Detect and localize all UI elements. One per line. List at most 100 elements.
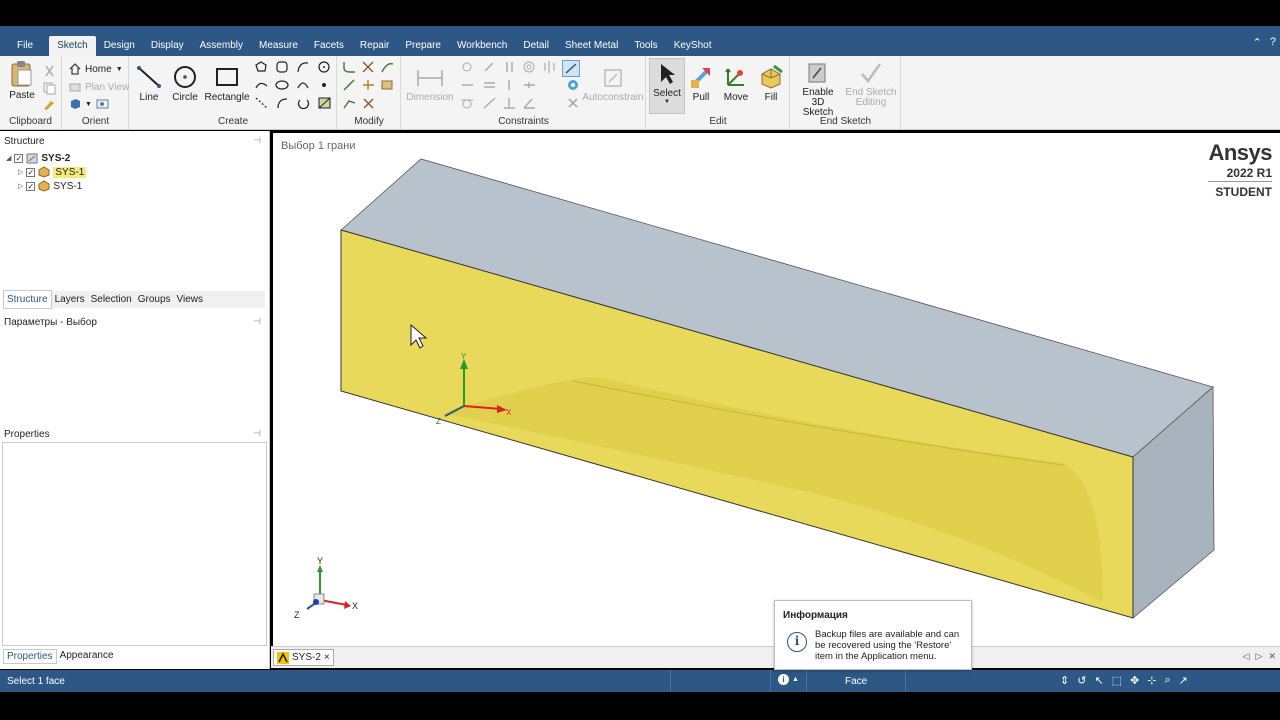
help-icon[interactable]: ? <box>1270 36 1276 49</box>
copy-icon[interactable] <box>42 81 57 95</box>
line-button[interactable]: Line <box>134 64 164 103</box>
tab-design[interactable]: Design <box>96 38 143 56</box>
split-icon[interactable] <box>361 78 376 92</box>
spline-icon[interactable] <box>254 78 269 92</box>
close-icon[interactable]: ✕ <box>1268 651 1276 662</box>
tab-tools[interactable]: Tools <box>626 38 665 56</box>
pull-button[interactable]: Pull <box>687 64 715 103</box>
pointer-icon[interactable]: ↖ <box>1094 674 1103 687</box>
tab-views[interactable]: Views <box>174 291 207 308</box>
constraint-angle-icon[interactable] <box>522 96 537 110</box>
circle-three-point-icon[interactable] <box>296 96 311 110</box>
arc-icon[interactable] <box>296 60 311 74</box>
close-icon[interactable]: × <box>324 652 330 663</box>
tab-keyshot[interactable]: KeyShot <box>666 38 720 56</box>
rotate-icon[interactable]: ↺ <box>1077 674 1086 687</box>
rectangle-button[interactable]: Rectangle <box>204 64 250 103</box>
tab-sheet-metal[interactable]: Sheet Metal <box>557 38 626 56</box>
cut-icon[interactable] <box>42 64 57 78</box>
extend-icon[interactable] <box>342 78 357 92</box>
pin-icon[interactable]: ⊣ <box>253 316 261 327</box>
scroll-right-icon[interactable]: ▷ <box>1256 651 1263 662</box>
constraint-target-icon[interactable] <box>566 78 581 92</box>
constraint-midpoint-icon[interactable] <box>522 78 537 92</box>
tab-prepare[interactable]: Prepare <box>397 38 449 56</box>
tab-groups[interactable]: Groups <box>135 291 174 308</box>
constraint-symmetric-icon[interactable] <box>542 60 557 74</box>
collapse-icon[interactable]: ▷ <box>18 168 23 176</box>
tab-workbench[interactable]: Workbench <box>449 38 515 56</box>
box-select-icon[interactable]: ⬚ <box>1112 674 1122 687</box>
tree-item[interactable]: ▷ ✓ SYS-1 <box>6 165 87 179</box>
trim-icon[interactable] <box>361 60 376 74</box>
plan-view-button[interactable]: Plan View <box>69 81 129 93</box>
end-sketch-editing-button[interactable]: End Sketch Editing <box>845 60 897 108</box>
autoconstrain-button[interactable]: Autoconstrain <box>582 66 644 103</box>
dimension-button[interactable]: Dimension <box>406 66 454 103</box>
ellipse-icon[interactable] <box>275 78 290 92</box>
show-constraints-icon[interactable] <box>562 60 580 77</box>
construction-line-icon[interactable] <box>254 96 269 110</box>
tab-properties[interactable]: Properties <box>3 649 57 664</box>
pin-icon[interactable]: ⊣ <box>253 428 261 439</box>
bend-icon[interactable] <box>342 96 357 110</box>
spin-icon[interactable]: ⇕ <box>1060 674 1069 687</box>
face-curve-icon[interactable] <box>317 96 332 110</box>
pan-icon[interactable]: ✥ <box>1130 674 1139 687</box>
info-toggle[interactable]: i ▲ <box>778 674 799 685</box>
selection-mode[interactable]: Face <box>845 676 867 687</box>
tree-item[interactable]: ▷ ✓ SYS-1 <box>6 179 86 193</box>
three-point-arc-icon[interactable] <box>296 78 311 92</box>
constraint-tangent-icon[interactable] <box>460 96 475 110</box>
sketch-line-icon[interactable]: ↗ <box>1179 674 1188 687</box>
collapse-icon[interactable]: ▷ <box>18 182 23 190</box>
view-triad[interactable]: Y X Z <box>294 556 358 620</box>
visibility-checkbox[interactable]: ✓ <box>26 181 36 191</box>
select-button[interactable]: Select ▼ <box>649 58 685 114</box>
expand-icon[interactable]: ◢ <box>6 154 11 162</box>
ellipse-rect-icon[interactable] <box>275 60 290 74</box>
circle-button[interactable]: Circle <box>170 64 200 103</box>
constraint-equal-icon[interactable] <box>482 78 497 92</box>
tangent-circle-icon[interactable] <box>317 60 332 74</box>
offset-icon[interactable] <box>380 60 395 74</box>
move-view-icon[interactable]: ⊹ <box>1147 674 1156 687</box>
constraint-fixed-icon[interactable] <box>482 60 497 74</box>
scroll-left-icon[interactable]: ◁ <box>1243 651 1250 662</box>
paste-button[interactable]: Paste <box>6 60 38 101</box>
graphics-viewport[interactable]: Выбор 1 грани Ansys 2022 R1 STUDENT Y X … <box>273 133 1280 646</box>
tab-structure[interactable]: Structure <box>3 290 52 309</box>
document-tab[interactable]: SYS-2 × <box>273 649 334 666</box>
constraint-coincident-icon[interactable] <box>460 60 475 74</box>
sweep-arc-icon[interactable] <box>275 96 290 110</box>
fill-button[interactable]: Fill <box>757 64 785 103</box>
tab-appearance[interactable]: Appearance <box>57 649 117 664</box>
scale-icon[interactable] <box>361 96 376 110</box>
pin-icon[interactable]: ⊣ <box>253 135 261 146</box>
visibility-checkbox[interactable]: ✓ <box>26 167 36 177</box>
tab-detail[interactable]: Detail <box>515 38 557 56</box>
move-button[interactable]: Move <box>721 64 751 103</box>
tab-display[interactable]: Display <box>143 38 192 56</box>
constraint-collinear-icon[interactable] <box>482 96 497 110</box>
delete-constraint-icon[interactable] <box>566 96 581 110</box>
fillet-icon[interactable] <box>342 60 357 74</box>
view-cube-button[interactable]: ▼ <box>69 98 110 110</box>
point-icon[interactable] <box>317 78 332 92</box>
constraint-concentric-icon[interactable] <box>522 60 537 74</box>
tab-file[interactable]: File <box>0 38 49 56</box>
constraint-horizontal-icon[interactable] <box>460 78 475 92</box>
visibility-checkbox[interactable]: ✓ <box>14 153 24 163</box>
tab-selection[interactable]: Selection <box>88 291 135 308</box>
tab-assembly[interactable]: Assembly <box>192 38 251 56</box>
notification-toast[interactable]: Информация i Backup files are available … <box>774 600 972 670</box>
format-painter-icon[interactable] <box>42 97 57 111</box>
constraint-vertical-icon[interactable] <box>502 78 517 92</box>
constraint-perpendicular-icon[interactable] <box>502 96 517 110</box>
home-button[interactable]: Home ▼ <box>69 63 123 75</box>
tab-facets[interactable]: Facets <box>306 38 352 56</box>
zoom-icon[interactable]: ⌕ <box>1165 674 1171 687</box>
tab-measure[interactable]: Measure <box>251 38 306 56</box>
project-icon[interactable] <box>380 78 395 92</box>
tab-layers[interactable]: Layers <box>52 291 88 308</box>
